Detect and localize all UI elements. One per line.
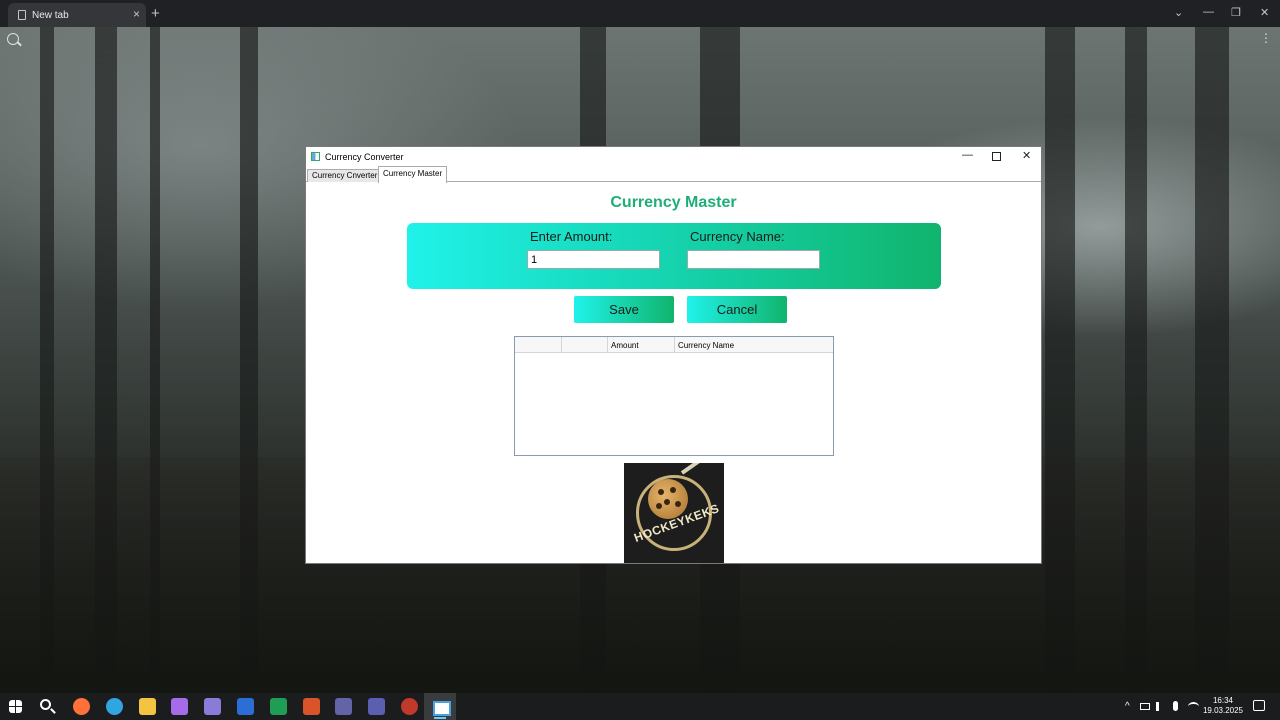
search-icon[interactable] bbox=[40, 699, 51, 710]
browser-close-button[interactable]: ✕ bbox=[1260, 6, 1269, 19]
browser-title-bar: New tab × + ⌄ — ❐ ✕ bbox=[0, 0, 1280, 27]
grid-column-currency-name[interactable]: Currency Name bbox=[675, 337, 833, 352]
excel-icon[interactable] bbox=[270, 698, 287, 715]
windows-start-icon[interactable] bbox=[9, 700, 22, 713]
file-explorer-icon[interactable] bbox=[139, 698, 156, 715]
app-5-icon[interactable] bbox=[204, 698, 221, 715]
window-title-bar: Currency Converter — ✕ bbox=[306, 147, 1041, 166]
teams-2-icon[interactable] bbox=[368, 698, 385, 715]
window-close-button[interactable]: ✕ bbox=[1022, 149, 1031, 162]
window-minimize-button[interactable]: — bbox=[962, 149, 973, 161]
currency-converter-window: Currency Converter — ✕ Currency Cnverter… bbox=[305, 146, 1042, 564]
chocolate-chip bbox=[675, 501, 681, 507]
window-maximize-button[interactable] bbox=[992, 152, 1001, 161]
currency-name-label: Currency Name: bbox=[690, 229, 785, 244]
save-button[interactable]: Save bbox=[574, 296, 674, 323]
browser-restore-button[interactable]: ❐ bbox=[1231, 6, 1241, 19]
window-title: Currency Converter bbox=[325, 151, 404, 162]
battery-icon[interactable] bbox=[1140, 703, 1150, 710]
clock-time: 16:34 bbox=[1212, 696, 1234, 705]
search-icon[interactable] bbox=[7, 33, 19, 45]
word-icon[interactable] bbox=[237, 698, 254, 715]
input-panel: Enter Amount: Currency Name: bbox=[407, 223, 941, 289]
grid-header: Amount Currency Name bbox=[515, 337, 833, 353]
amount-label: Enter Amount: bbox=[530, 229, 613, 244]
new-tab-button[interactable]: + bbox=[151, 5, 160, 22]
grid-column-header[interactable] bbox=[515, 337, 562, 352]
teams-icon[interactable] bbox=[335, 698, 352, 715]
browser-tab-title: New tab bbox=[32, 9, 69, 21]
visual-studio-icon[interactable] bbox=[171, 698, 188, 715]
currency-converter-taskbar-icon[interactable] bbox=[424, 693, 456, 720]
grid-column-amount[interactable]: Amount bbox=[608, 337, 675, 352]
browser-tab[interactable]: New tab × bbox=[8, 3, 146, 27]
powerpoint-icon[interactable] bbox=[303, 698, 320, 715]
wifi-icon[interactable] bbox=[1188, 702, 1199, 711]
chocolate-chip bbox=[664, 499, 670, 505]
edge-icon[interactable] bbox=[106, 698, 123, 715]
tab-strip: Currency Cnverter Currency Master bbox=[306, 166, 1041, 183]
tab-search-chevron-icon[interactable]: ⌄ bbox=[1174, 6, 1183, 19]
app-11-icon[interactable] bbox=[401, 698, 418, 715]
page-icon bbox=[18, 10, 26, 20]
clock-date: 19.03.2025 bbox=[1202, 706, 1244, 715]
tray-overflow-icon[interactable]: ^ bbox=[1125, 701, 1130, 712]
page-title: Currency Master bbox=[610, 194, 737, 211]
browser-minimize-button[interactable]: — bbox=[1203, 6, 1214, 18]
grid-column-header[interactable] bbox=[562, 337, 608, 352]
cancel-button[interactable]: Cancel bbox=[687, 296, 787, 323]
tab-currency-converter[interactable]: Currency Cnverter bbox=[307, 169, 383, 182]
firefox-icon[interactable] bbox=[73, 698, 90, 715]
app-icon bbox=[311, 152, 320, 161]
microphone-icon[interactable] bbox=[1173, 701, 1178, 711]
notification-icon[interactable] bbox=[1253, 700, 1265, 711]
currency-data-grid[interactable]: Amount Currency Name bbox=[514, 336, 834, 456]
amount-input[interactable] bbox=[527, 250, 660, 269]
tab-currency-master[interactable]: Currency Master bbox=[378, 166, 448, 183]
system-clock[interactable]: 16:34 19.03.2025 bbox=[1202, 696, 1244, 716]
hockeykeks-logo: HOCKEYKEKS bbox=[624, 463, 724, 563]
chocolate-chip bbox=[658, 489, 664, 495]
hockey-stick-icon bbox=[680, 463, 716, 475]
chocolate-chip bbox=[670, 487, 676, 493]
speaker-icon[interactable] bbox=[1156, 702, 1166, 711]
taskbar: ^ 16:34 19.03.2025 bbox=[0, 693, 1280, 720]
currency-name-input[interactable] bbox=[687, 250, 820, 269]
chocolate-chip bbox=[656, 503, 662, 509]
menu-icon[interactable]: ⋮ bbox=[1260, 31, 1272, 45]
tab-close-icon[interactable]: × bbox=[133, 7, 140, 21]
